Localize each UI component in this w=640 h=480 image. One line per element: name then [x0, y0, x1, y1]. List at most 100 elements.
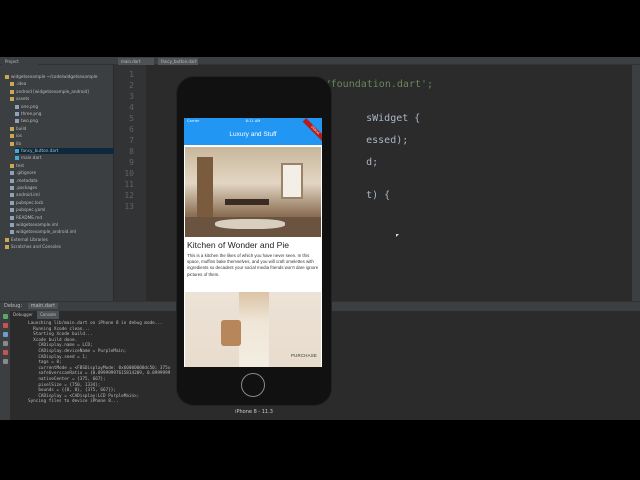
tree-item[interactable]: main.dart — [15, 155, 114, 161]
tree-item-label: android [widgetsexample_android] — [16, 88, 89, 94]
home-button[interactable] — [241, 373, 265, 397]
tree-item-label: assets — [16, 96, 30, 102]
code-text: t) { — [366, 190, 391, 201]
tab-debugger[interactable]: Debugger — [10, 311, 36, 319]
tree-item-label: fancy_button.dart — [21, 148, 59, 153]
folder-icon — [10, 141, 14, 146]
line-number: 9 — [129, 158, 134, 167]
photo-bag-shape — [221, 320, 241, 346]
tree-item-label: build — [16, 125, 27, 131]
file-icon — [10, 215, 14, 220]
tree-item[interactable]: widgetsexample_android.iml — [10, 229, 114, 235]
tree-item[interactable]: pubspec.lock — [10, 200, 114, 206]
tree-item[interactable]: fancy_button.dart — [15, 148, 114, 154]
project-tab[interactable]: Project — [2, 58, 38, 65]
tree-item[interactable]: one.png — [15, 104, 114, 110]
file-icon — [15, 104, 19, 109]
photo-door-shape — [197, 157, 213, 217]
device-screen[interactable]: Carrier 8:11 AM Luxury and Stuff DEBUG K… — [184, 118, 322, 367]
debug-config-tab[interactable]: main.dart — [27, 303, 59, 309]
folder-icon — [10, 163, 14, 168]
tree-item-label: main.dart — [21, 155, 42, 161]
tab-console[interactable]: Console — [37, 311, 59, 319]
tree-item[interactable]: two.png — [15, 118, 114, 124]
resume-icon[interactable] — [3, 314, 8, 319]
card-description: This is a kitchen the likes of which you… — [187, 253, 319, 277]
tree-item-label: widgetsexample_android.iml — [16, 229, 77, 235]
project-panel: widgetsexample ~/code/widgetsexample .ide… — [0, 65, 114, 301]
file-icon — [15, 119, 19, 124]
tree-item-label: .idea — [16, 81, 27, 87]
photo-table-shape — [225, 199, 269, 205]
tree-item[interactable]: assets — [10, 96, 114, 102]
tree-item[interactable]: ios — [10, 133, 114, 139]
line-number: 2 — [129, 81, 134, 90]
app-bar: Luxury and Stuff DEBUG — [184, 118, 322, 145]
line-number: 8 — [129, 147, 134, 156]
tree-item[interactable]: Scratches and Consoles — [5, 244, 114, 250]
tree-item[interactable]: README.md — [10, 215, 114, 221]
code-text: d; — [366, 157, 379, 168]
photo-window-shape — [281, 163, 303, 199]
line-number: 10 — [124, 169, 134, 178]
photo-person-shape — [239, 292, 269, 367]
tab-main-dart[interactable]: main.dart — [118, 58, 154, 65]
breakpoint-icon[interactable] — [3, 350, 8, 355]
tree-item-label: lib — [16, 140, 21, 146]
product-card[interactable]: PURCHASE — [184, 292, 322, 367]
tree-item[interactable]: External Libraries — [5, 237, 114, 243]
purchase-button[interactable]: PURCHASE — [291, 353, 317, 358]
tree-item[interactable]: .gitignore — [10, 170, 114, 176]
editor-tab-bar: Project main.dart fancy_button.dart — [0, 57, 640, 65]
console-output[interactable]: Launching lib/main.dart on iPhone 8 in d… — [28, 321, 188, 405]
folder-icon — [10, 134, 14, 139]
pin-icon[interactable] — [3, 359, 8, 364]
tree-item[interactable]: .metadata — [10, 178, 114, 184]
tree-item[interactable]: widgetsexample ~/code/widgetsexample — [5, 74, 114, 80]
line-number: 12 — [124, 191, 134, 200]
tree-item-label: three.png — [21, 111, 42, 116]
file-icon — [10, 171, 14, 176]
debug-tabs: Debugger Console — [10, 311, 59, 319]
simulator-device-label: iPhone 8 - 11.3 — [235, 409, 273, 415]
tree-item-label: one.png — [21, 103, 39, 109]
file-icon — [10, 200, 14, 205]
product-card[interactable]: Kitchen of Wonder and Pie This is a kitc… — [184, 145, 322, 291]
code-text: essed); — [366, 135, 409, 146]
tab-fancy-button-dart[interactable]: fancy_button.dart — [158, 58, 198, 65]
folder-icon — [10, 126, 14, 131]
tree-item[interactable]: three.png — [15, 111, 114, 117]
tree-item[interactable]: build — [10, 126, 114, 132]
file-icon — [10, 230, 14, 235]
tree-item-label: two.png — [21, 118, 38, 124]
code-line: d; — [330, 146, 378, 179]
tree-item-label: .packages — [16, 185, 38, 190]
right-tool-strip — [632, 65, 640, 301]
line-number: 7 — [129, 136, 134, 145]
tree-item[interactable]: .idea — [10, 81, 114, 87]
file-icon — [15, 149, 19, 153]
folder-icon — [5, 245, 9, 250]
tree-item[interactable]: .packages — [10, 185, 114, 191]
tree-item[interactable]: lib — [10, 141, 114, 147]
file-icon — [10, 193, 14, 198]
settings-icon[interactable] — [3, 341, 8, 346]
tree-item-label: .gitignore — [16, 170, 37, 176]
file-icon — [10, 208, 14, 213]
tree-item[interactable]: android.iml — [10, 192, 114, 198]
step-icon[interactable] — [3, 332, 8, 337]
tree-item[interactable]: test — [10, 163, 114, 169]
code-text: sWidget { — [366, 113, 421, 124]
folder-icon — [5, 237, 9, 242]
line-number: 11 — [124, 180, 134, 189]
tree-item[interactable]: widgetsexample.iml — [10, 222, 114, 228]
tree-item-label: test — [16, 162, 25, 168]
tree-item[interactable]: pubspec.yaml — [10, 207, 114, 213]
console-line: Syncing files to device iPhone 8... — [28, 399, 119, 405]
line-number: 5 — [129, 114, 134, 123]
tree-item[interactable]: android [widgetsexample_android] — [10, 89, 114, 95]
tree-item-label: Scratches and Consoles — [11, 244, 61, 250]
tree-item-label: widgetsexample.iml — [16, 222, 59, 227]
folder-icon — [5, 75, 9, 79]
stop-icon[interactable] — [3, 323, 8, 328]
